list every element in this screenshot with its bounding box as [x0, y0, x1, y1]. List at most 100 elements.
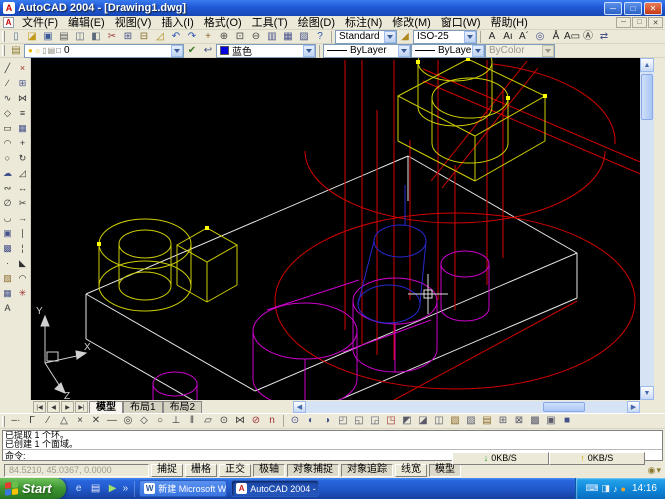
osnap-intersection-icon[interactable]: × — [72, 415, 88, 428]
menu-view[interactable]: 视图(V) — [110, 16, 157, 30]
scroll-right-icon[interactable]: ▶ — [627, 401, 640, 413]
undo-icon[interactable]: ↶ — [168, 30, 184, 43]
cut-icon[interactable]: ✂ — [104, 30, 120, 43]
break-at-point-icon[interactable]: ∣ — [15, 225, 30, 240]
text-style-combo[interactable]: Standard — [335, 30, 397, 44]
edit-text-icon[interactable]: A´ — [516, 30, 532, 43]
fillet-icon[interactable]: ◠ — [15, 270, 30, 285]
plot-preview-icon[interactable]: ◫ — [72, 30, 88, 43]
status-ortho[interactable]: 正交 — [219, 464, 251, 477]
zoom-previous-icon[interactable]: ⊖ — [248, 30, 264, 43]
circle-icon[interactable]: ○ — [0, 150, 15, 165]
osnap-extension-icon[interactable]: — — [104, 415, 120, 428]
rotate-icon[interactable]: ↻ — [15, 150, 30, 165]
start-button[interactable]: Start — [0, 478, 66, 499]
menu-help[interactable]: 帮助(H) — [486, 16, 533, 30]
taper-faces-icon[interactable]: ◪ — [415, 415, 431, 428]
vertical-scroll-thumb[interactable] — [641, 74, 653, 120]
drawing-canvas[interactable]: YXZ — [31, 58, 640, 400]
osnap-center-icon[interactable]: ◎ — [120, 415, 136, 428]
osnap-settings-icon[interactable]: n — [264, 415, 280, 428]
horizontal-scrollbar[interactable]: ◀ ▶ — [293, 401, 640, 413]
separate-icon[interactable]: ▩ — [527, 415, 543, 428]
chamfer-icon[interactable]: ◣ — [15, 255, 30, 270]
ellipse-icon[interactable]: ∅ — [0, 195, 15, 210]
menu-window[interactable]: 窗口(W) — [436, 16, 486, 30]
scale-text-icon[interactable]: A▭ — [564, 30, 580, 43]
polyline-icon[interactable]: ∿ — [0, 90, 15, 105]
rectangle-icon[interactable]: ▭ — [0, 120, 15, 135]
status-model[interactable]: 模型 — [429, 464, 461, 477]
horizontal-scroll-thumb[interactable] — [543, 402, 585, 412]
scroll-up-icon[interactable]: ▲ — [640, 58, 654, 72]
volume-icon[interactable]: ♪ — [613, 484, 618, 494]
menu-format[interactable]: 格式(O) — [199, 16, 247, 30]
task-autocad[interactable]: A AutoCAD 2004 - [Dra... — [231, 480, 319, 497]
tab-next-button[interactable]: ▶ — [61, 401, 74, 413]
tool-palettes-icon[interactable]: ▨ — [296, 30, 312, 43]
combo-dropdown-icon[interactable] — [303, 45, 315, 57]
rotate-faces-icon[interactable]: ◩ — [399, 415, 415, 428]
color-combo[interactable]: 蓝色 — [216, 44, 316, 58]
tab-layout1[interactable]: 布局1 — [123, 401, 163, 413]
keyboard-icon[interactable]: ⌨ — [586, 483, 599, 494]
scale-icon[interactable]: ◿ — [15, 165, 30, 180]
app-icon[interactable]: A — [3, 2, 15, 14]
layer-manager-icon[interactable]: ▤ — [8, 44, 24, 57]
break-icon[interactable]: ¦ — [15, 240, 30, 255]
move-faces-icon[interactable]: ◱ — [351, 415, 367, 428]
drawing-file-icon[interactable]: A — [3, 17, 14, 28]
paste-icon[interactable]: ⊟ — [136, 30, 152, 43]
toolbar-drag-handle[interactable] — [2, 45, 5, 56]
shell-icon[interactable]: ▣ — [543, 415, 559, 428]
task-word[interactable]: W 新建 Microsoft Word ... — [139, 480, 227, 497]
region-icon[interactable]: ▦ — [0, 285, 15, 300]
extend-icon[interactable]: → — [15, 210, 30, 225]
clock[interactable]: 14:16 — [632, 483, 657, 494]
mdi-restore-button[interactable]: □ — [632, 17, 647, 28]
combo-dropdown-icon[interactable] — [398, 45, 410, 57]
menu-tools[interactable]: 工具(T) — [247, 16, 293, 30]
move-icon[interactable]: + — [15, 135, 30, 150]
convert-text-icon[interactable]: ⇄ — [596, 30, 612, 43]
status-osnap[interactable]: 对象捕捉 — [287, 464, 339, 477]
close-button[interactable]: ✕ — [644, 2, 662, 15]
toolbar-drag-handle[interactable] — [2, 31, 5, 42]
union-icon[interactable]: ⊙ — [287, 415, 303, 428]
color-edges-icon[interactable]: ▤ — [479, 415, 495, 428]
restore-button[interactable]: □ — [624, 2, 642, 15]
intersect-icon[interactable]: ◑ — [319, 415, 335, 428]
status-otrack[interactable]: 对象追踪 — [341, 464, 393, 477]
messenger-icon[interactable]: ● — [621, 484, 626, 494]
stretch-icon[interactable]: ↔ — [15, 180, 30, 195]
pan-icon[interactable]: + — [200, 30, 216, 43]
minimize-button[interactable]: ─ — [604, 2, 622, 15]
find-text-icon[interactable]: ◎ — [532, 30, 548, 43]
combo-dropdown-icon[interactable] — [384, 31, 396, 43]
extrude-faces-icon[interactable]: ◰ — [335, 415, 351, 428]
quicklaunch-ie-icon[interactable]: e — [72, 482, 86, 496]
subtract-icon[interactable]: ◐ — [303, 415, 319, 428]
clean-icon[interactable]: ⊠ — [511, 415, 527, 428]
make-block-icon[interactable]: ▩ — [0, 240, 15, 255]
osnap-apparent-icon[interactable]: ✕ — [88, 415, 104, 428]
zoom-realtime-icon[interactable]: ⊕ — [216, 30, 232, 43]
status-grid[interactable]: 栅格 — [185, 464, 217, 477]
lineweight-combo[interactable]: ByLayer — [411, 44, 485, 58]
revision-cloud-icon[interactable]: ☁ — [0, 165, 15, 180]
status-lwt[interactable]: 线宽 — [395, 464, 427, 477]
properties-icon[interactable]: ▥ — [264, 30, 280, 43]
save-icon[interactable]: ▣ — [40, 30, 56, 43]
imprint-icon[interactable]: ⊞ — [495, 415, 511, 428]
toolbar-drag-handle[interactable] — [2, 416, 5, 427]
help-icon[interactable]: ? — [312, 30, 328, 43]
quicklaunch-media-icon[interactable]: ▶ — [106, 482, 120, 496]
mdi-minimize-button[interactable]: ─ — [616, 17, 631, 28]
comm-center-icon[interactable]: ◉ ▾ — [648, 465, 661, 476]
publish-icon[interactable]: ◧ — [88, 30, 104, 43]
menu-draw[interactable]: 绘图(D) — [293, 16, 340, 30]
scroll-left-icon[interactable]: ◀ — [293, 401, 306, 413]
match-properties-icon[interactable]: ◿ — [152, 30, 168, 43]
dim-style-brush-icon[interactable]: ◢ — [397, 30, 413, 43]
tab-model[interactable]: 模型 — [89, 401, 123, 413]
